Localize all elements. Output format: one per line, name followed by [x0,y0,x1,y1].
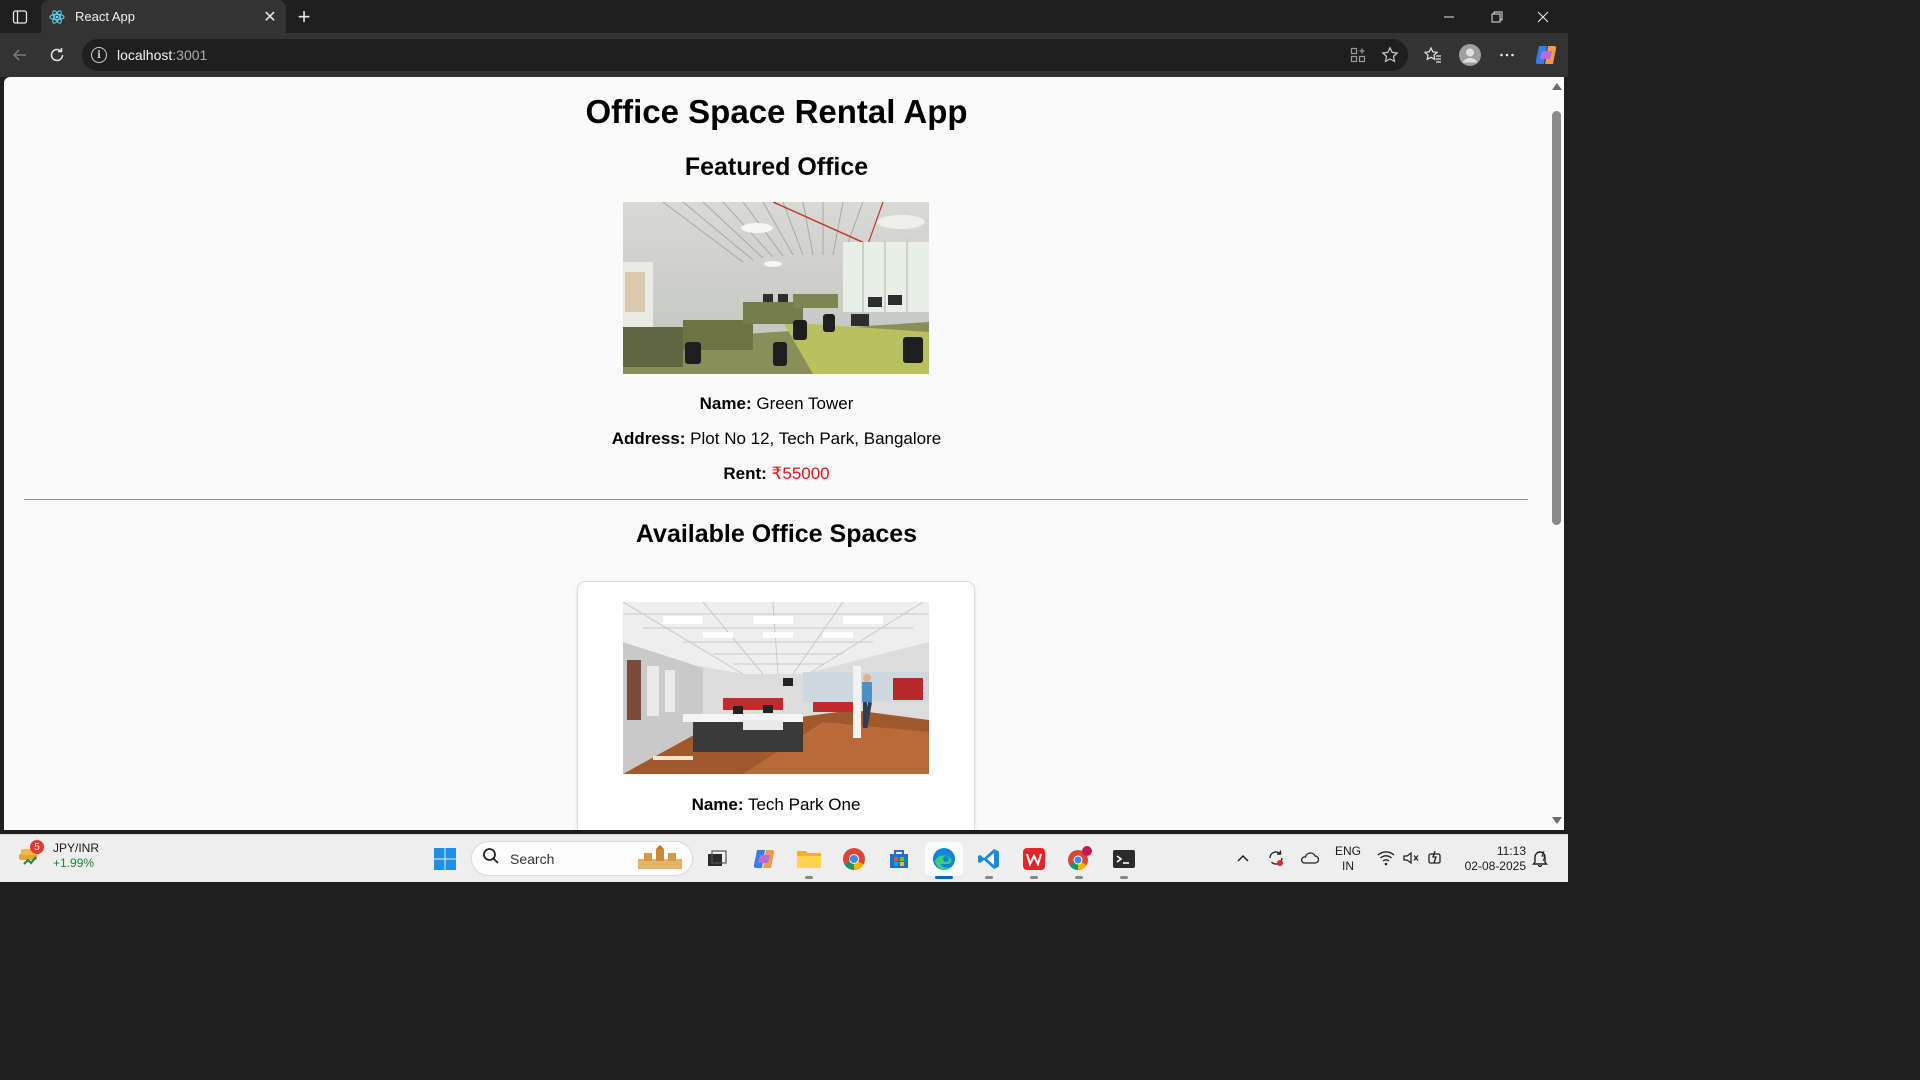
office-card-name-label: Name: [691,795,744,814]
featured-address: Address: Plot No 12, Tech Park, Bangalor… [4,429,1549,449]
start-icon[interactable] [426,842,464,876]
vscode-icon[interactable] [970,842,1008,879]
sync-icon[interactable] [1264,843,1288,873]
office-card-image [623,602,929,774]
site-info-icon[interactable]: i [91,47,107,63]
more-options-icon[interactable] [1492,39,1522,71]
wifi-icon[interactable] [1375,843,1397,873]
refresh-button[interactable] [42,41,72,69]
chrome-icon[interactable] [835,842,873,876]
copilot-icon[interactable] [1531,39,1561,71]
new-tab-button[interactable]: + [290,4,318,30]
featured-heading: Featured Office [684,153,869,181]
favorites-icon[interactable] [1418,39,1448,71]
terminal-icon[interactable] [1105,842,1143,879]
widget-badge: 5 [30,840,44,854]
featured-name-value: Green Tower [756,394,854,413]
taskbar: 5 JPY/INR +1.99% Search ENG IN 11:13 02-… [0,834,1568,882]
page-scrollbar[interactable] [1549,77,1564,830]
tab-react-app[interactable]: React App ✕ [41,0,286,33]
clock-time: 11:13 [1496,844,1526,858]
minimize-button[interactable] [1426,0,1472,33]
app-available-icon[interactable] [1346,43,1370,67]
task-view-icon[interactable] [698,842,736,876]
back-button[interactable] [5,41,35,69]
react-icon [49,9,65,25]
microsoft-store-icon[interactable] [880,842,918,876]
restore-button[interactable] [1474,0,1520,33]
featured-rent-label: Rent: [723,464,767,483]
currency-widget-icon: 5 [16,840,44,870]
close-window-button[interactable] [1520,0,1566,33]
close-tab-icon[interactable]: ✕ [258,5,282,29]
office-card: Name: Tech Park One [577,581,975,830]
scroll-up-icon[interactable] [1552,83,1562,90]
battery-charging-icon[interactable] [1424,843,1446,873]
available-heading: Available Office Spaces [635,520,918,548]
office-card-name-value: Tech Park One [747,795,861,814]
featured-name: Name: Green Tower [4,394,1549,414]
edge-icon[interactable] [925,842,963,879]
clock[interactable]: 11:13 02-08-2025 [1454,844,1526,874]
scroll-down-icon[interactable] [1552,817,1562,824]
clock-date: 02-08-2025 [1464,859,1526,873]
featured-rent: Rent: ₹55000 [4,464,1549,484]
address-bar[interactable]: i localhost:3001 [82,39,1408,71]
featured-name-label: Name: [699,394,752,413]
currency-widget[interactable]: 5 JPY/INR +1.99% [16,840,100,871]
featured-rent-value: ₹55000 [771,464,830,483]
featured-office-image [623,202,929,374]
language-indicator[interactable]: ENG IN [1330,844,1366,874]
featured-address-value: Plot No 12, Tech Park, Bangalore [690,429,942,448]
notification-bell-icon[interactable] [1529,843,1551,873]
tab-title: React App [75,9,135,24]
search-icon [482,847,500,870]
chrome-profile-icon[interactable] [1060,842,1098,879]
volume-muted-icon[interactable] [1400,843,1422,873]
wps-office-icon[interactable] [1015,842,1053,879]
section-divider [24,499,1528,500]
search-label: Search [510,850,555,867]
app-title: Office Space Rental App [585,93,968,130]
widget-title: JPY/INR [53,841,100,855]
taskbar-search[interactable]: Search [471,841,693,876]
profile-avatar-icon[interactable] [1455,39,1485,71]
widget-change: +1.99% [53,856,95,870]
search-highlight-icon [634,844,686,873]
office-card-name: Name: Tech Park One [578,795,974,815]
page-viewport: Office Space Rental App Featured Office [4,77,1549,830]
tab-actions-icon[interactable] [8,6,32,28]
title-bar: React App ✕ + [0,0,1568,33]
scroll-thumb[interactable] [1552,111,1561,525]
file-explorer-icon[interactable] [790,842,828,879]
navigation-bar: i localhost:3001 [0,33,1568,77]
copilot-app-icon[interactable] [745,842,783,876]
url-text[interactable]: localhost:3001 [117,47,207,63]
featured-address-label: Address: [611,429,686,448]
show-hidden-icons-chevron-up-icon[interactable] [1232,843,1254,873]
favorite-star-icon[interactable] [1378,43,1402,67]
onedrive-cloud-icon[interactable] [1296,843,1322,873]
